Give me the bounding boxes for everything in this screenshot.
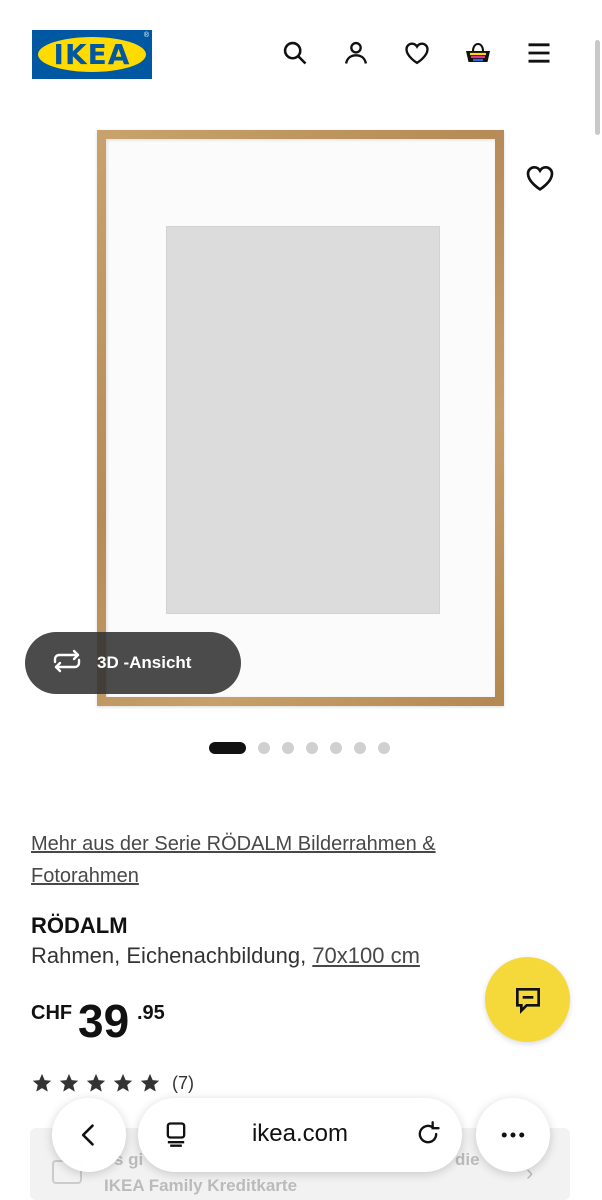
gallery-dot[interactable] xyxy=(378,742,390,754)
search-icon[interactable] xyxy=(280,38,310,68)
price-decimal: .95 xyxy=(137,1002,165,1024)
product-rating[interactable]: (7) xyxy=(31,1072,194,1094)
series-link[interactable]: Mehr aus der Serie RÖDALM Bilderrahmen &… xyxy=(31,828,531,892)
rotate-3d-icon xyxy=(51,649,83,678)
chevron-left-icon xyxy=(81,1124,94,1146)
star-icon xyxy=(59,1073,79,1092)
product-image-gallery[interactable] xyxy=(0,112,602,722)
menu-icon[interactable] xyxy=(524,38,554,68)
star-icon xyxy=(140,1073,160,1092)
chat-button[interactable] xyxy=(485,957,570,1042)
promo-text-end: die xyxy=(455,1150,480,1169)
account-icon[interactable] xyxy=(341,38,371,68)
product-description: Rahmen, Eichenachbildung, 70x100 cm xyxy=(31,943,420,969)
price-currency: CHF xyxy=(31,1002,73,1024)
star-icon xyxy=(113,1073,133,1092)
product-name: RÖDALM xyxy=(31,913,128,938)
browser-more-button[interactable] xyxy=(476,1098,550,1172)
gallery-dot[interactable] xyxy=(258,742,270,754)
gallery-dot[interactable] xyxy=(330,742,342,754)
gallery-dot[interactable] xyxy=(306,742,318,754)
promo-title: IKEA Family Kreditkarte xyxy=(104,1176,298,1195)
browser-back-button[interactable] xyxy=(52,1098,126,1172)
product-image xyxy=(97,130,504,706)
rating-count: (7) xyxy=(172,1072,194,1093)
add-to-favourites-icon[interactable] xyxy=(524,162,556,194)
reload-icon[interactable] xyxy=(414,1120,442,1153)
browser-address-bar[interactable]: ikea.com xyxy=(138,1098,462,1172)
product-size-link[interactable]: 70x100 cm xyxy=(312,943,420,968)
more-icon xyxy=(501,1132,525,1138)
ikea-logo[interactable]: IKEA ® xyxy=(32,30,152,79)
product-description-text: Rahmen, Eichenachbildung, xyxy=(31,943,307,968)
price-integer: 39 xyxy=(78,995,130,1047)
star-icon xyxy=(32,1073,52,1092)
gallery-dot[interactable] xyxy=(354,742,366,754)
heart-icon[interactable] xyxy=(402,38,432,68)
site-header: IKEA ® xyxy=(0,0,602,100)
gallery-pagination xyxy=(209,742,390,754)
view-3d-button[interactable]: 3D -Ansicht xyxy=(25,632,241,694)
logo-text: IKEA xyxy=(53,38,131,71)
chat-icon xyxy=(515,987,540,1014)
gallery-dot[interactable] xyxy=(282,742,294,754)
basket-icon[interactable] xyxy=(463,38,493,68)
gallery-dot[interactable] xyxy=(209,742,246,754)
view-3d-label: 3D -Ansicht xyxy=(97,653,192,672)
star-icon xyxy=(86,1073,106,1092)
